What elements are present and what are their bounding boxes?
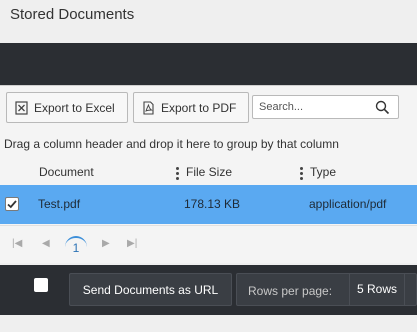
export-excel-button[interactable]: Export to Excel (6, 92, 128, 123)
search-icon[interactable] (375, 100, 390, 115)
file-type: application/pdf (309, 197, 387, 211)
file-size: 178.13 KB (184, 197, 241, 211)
pdf-icon (142, 100, 155, 115)
column-resize-handle[interactable] (176, 167, 179, 180)
table-row[interactable]: Test.pdf 178.13 KB application/pdf (0, 185, 417, 224)
grid-header-row: Document File Size Type (0, 162, 417, 185)
column-resize-handle[interactable] (300, 167, 303, 180)
rows-per-page-label: Rows per page: (248, 284, 333, 298)
top-bar (0, 43, 417, 85)
pager: |◀ ◀ 1 ▶ ▶| (0, 225, 417, 263)
bottom-bar: Send Documents as URL Rows per page: 5 R… (0, 265, 417, 315)
export-pdf-label: Export to PDF (161, 100, 237, 115)
excel-icon (15, 100, 28, 115)
column-header-file-size[interactable]: File Size (186, 165, 232, 179)
select-all-checkbox[interactable] (34, 278, 48, 292)
last-page-icon[interactable]: ▶| (127, 238, 137, 249)
row-checkbox[interactable] (5, 197, 19, 211)
rows-per-page: Rows per page: 5 Rows (236, 273, 417, 306)
document-name: Test.pdf (38, 197, 81, 211)
first-page-icon[interactable]: |◀ (12, 238, 22, 249)
export-pdf-button[interactable]: Export to PDF (133, 92, 249, 123)
search-box (252, 95, 399, 119)
page-title: Stored Documents (10, 6, 135, 23)
grid-toolbar: Export to Excel Export to PDF (0, 86, 417, 130)
documents-grid: Export to Excel Export to PDF Drag a col… (0, 85, 417, 263)
column-header-document[interactable]: Document (39, 165, 94, 179)
send-documents-url-button[interactable]: Send Documents as URL (69, 273, 232, 306)
rows-per-page-select[interactable]: 5 Rows (349, 274, 405, 305)
export-excel-label: Export to Excel (34, 100, 115, 115)
column-header-type[interactable]: Type (310, 165, 336, 179)
checkmark-icon (7, 200, 17, 209)
page-number-current[interactable]: 1 (65, 236, 87, 258)
search-input[interactable] (253, 96, 371, 118)
prev-page-icon[interactable]: ◀ (42, 238, 50, 249)
group-by-hint: Drag a column header and drop it here to… (4, 137, 339, 151)
next-page-icon[interactable]: ▶ (102, 238, 110, 249)
